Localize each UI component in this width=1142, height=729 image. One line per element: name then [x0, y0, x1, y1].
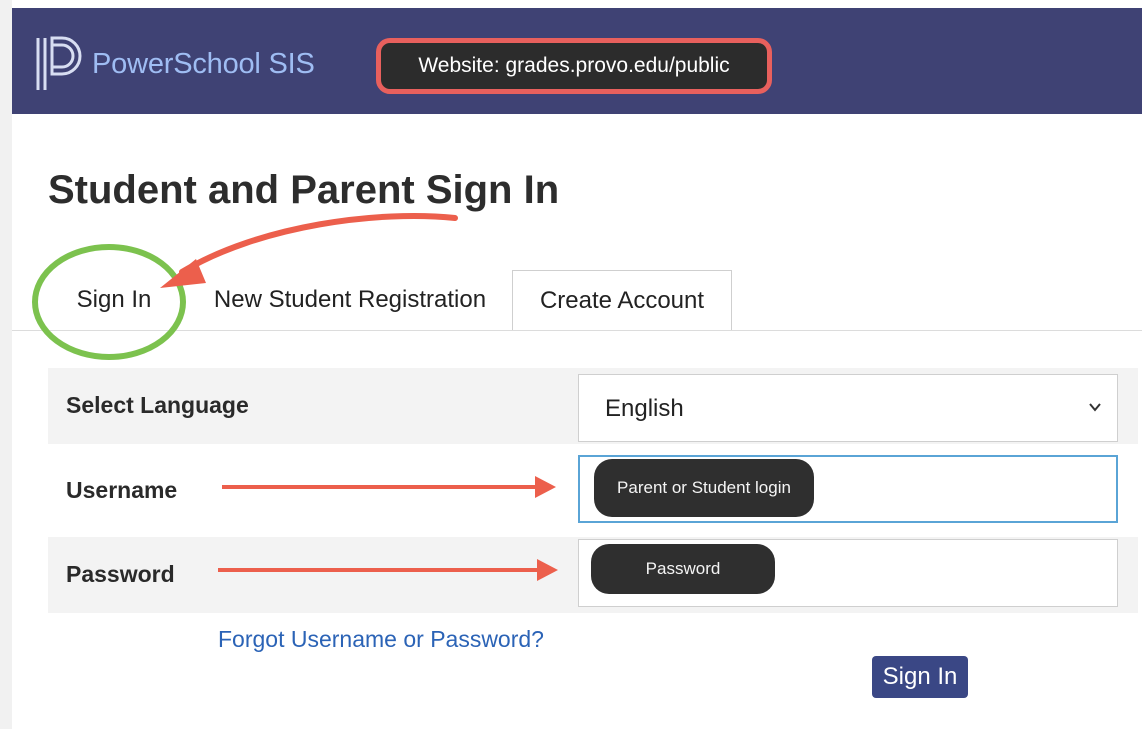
language-selected-value: English	[605, 395, 684, 422]
language-row: Select Language English	[48, 368, 1138, 444]
forgot-credentials-link[interactable]: Forgot Username or Password?	[218, 626, 544, 653]
language-select[interactable]: English	[578, 374, 1118, 442]
password-input[interactable]: Password	[578, 539, 1118, 607]
username-row: Username Parent or Student login	[48, 453, 1138, 529]
page-sheet: PowerSchool SIS Website: grades.provo.ed…	[12, 0, 1142, 729]
sign-in-button[interactable]: Sign In	[872, 656, 968, 698]
tab-new-student-registration[interactable]: New Student Registration	[190, 270, 510, 330]
username-hint-badge: Parent or Student login	[594, 459, 814, 517]
username-label: Username	[66, 477, 178, 503]
tab-create-account[interactable]: Create Account	[512, 270, 732, 330]
chevron-down-icon	[1089, 403, 1101, 412]
tab-sign-in[interactable]: Sign In	[40, 270, 188, 330]
website-callout: Website: grades.provo.edu/public	[376, 38, 772, 94]
password-row: Password Password	[48, 537, 1138, 613]
header-bar: PowerSchool SIS Website: grades.provo.ed…	[12, 8, 1142, 114]
brand-name: PowerSchool SIS	[92, 48, 315, 80]
powerschool-logo-icon	[36, 36, 82, 90]
password-label: Password	[66, 561, 175, 587]
password-hint-badge: Password	[591, 544, 775, 594]
language-label: Select Language	[66, 392, 249, 418]
username-input[interactable]: Parent or Student login	[578, 455, 1118, 523]
page-title: Student and Parent Sign In	[48, 168, 560, 212]
